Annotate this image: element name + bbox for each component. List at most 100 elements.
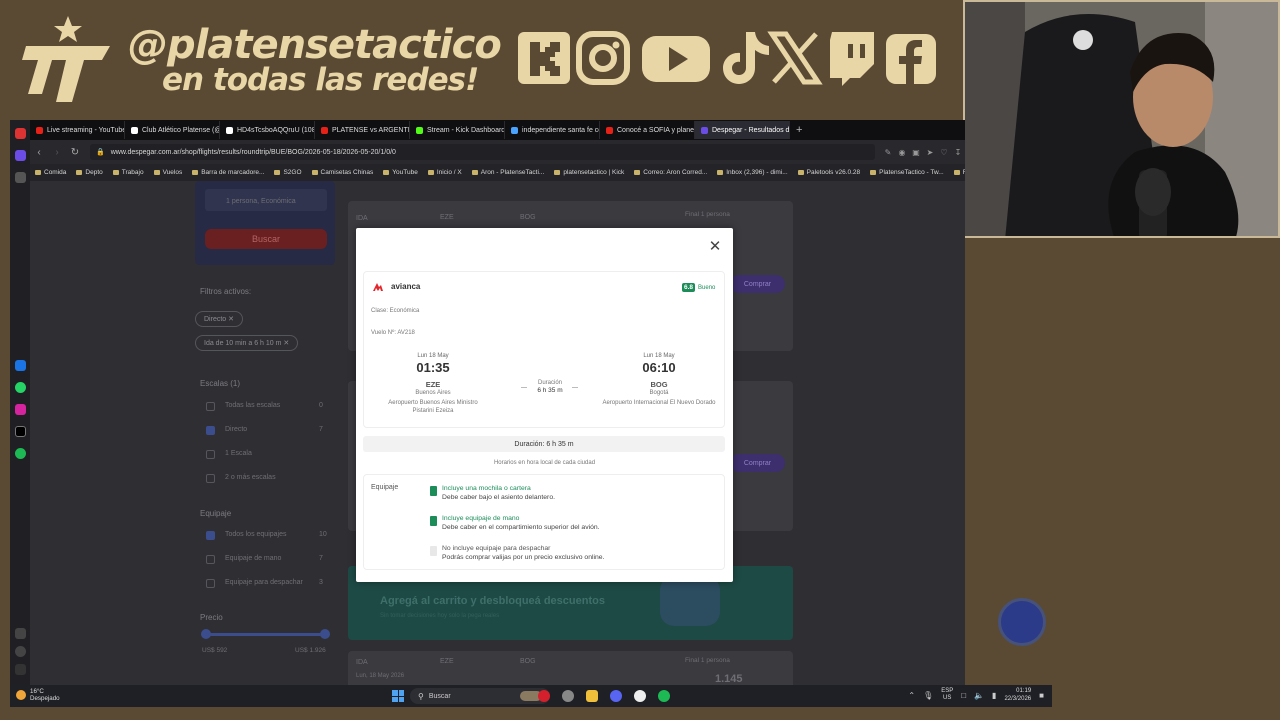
forward-icon[interactable]: › xyxy=(48,147,66,158)
opera-icon[interactable] xyxy=(15,128,26,139)
folder-icon xyxy=(634,170,641,175)
network-icon[interactable]: □ xyxy=(961,691,966,700)
battery-icon[interactable]: ▮ xyxy=(992,691,996,700)
spotify-icon[interactable] xyxy=(15,448,26,459)
filter-checkbox[interactable] xyxy=(206,555,215,564)
bookmark-item[interactable]: PlatenseTactico - Tw... xyxy=(865,169,949,176)
price-slider[interactable] xyxy=(205,633,325,636)
windows-start-icon[interactable] xyxy=(392,690,404,702)
app-taskbar-icon[interactable] xyxy=(562,690,574,702)
star-icon[interactable] xyxy=(15,172,26,183)
browser-tab[interactable]: Despegar - Resultados de xyxy=(695,121,790,139)
send-icon[interactable]: ➤ xyxy=(923,148,937,157)
download-icon[interactable]: ↧ xyxy=(951,148,965,157)
filter-checkbox[interactable] xyxy=(206,450,215,459)
chevron-up-icon[interactable]: ⌃ xyxy=(908,691,915,700)
filter-checkbox[interactable] xyxy=(206,531,215,540)
browser-tab[interactable]: Conocé a SOFIA y planeá xyxy=(600,121,695,139)
chip-direct[interactable]: Directo ✕ xyxy=(195,311,243,327)
back-icon[interactable]: ‹ xyxy=(30,147,48,158)
bookmark-item[interactable]: Inbox (2,396) - dimi... xyxy=(712,169,792,176)
sun-icon xyxy=(16,690,26,700)
url-field[interactable]: 🔒 www.despegar.com.ar/shop/flights/result… xyxy=(90,144,875,160)
result-1-eze: EZE xyxy=(440,214,454,221)
close-icon[interactable]: ✕ xyxy=(708,239,722,254)
discord-taskbar-icon[interactable] xyxy=(610,690,622,702)
extension-icon[interactable]: ▣ xyxy=(909,148,923,157)
search-button[interactable]: Buscar xyxy=(205,229,327,249)
more-icon[interactable] xyxy=(15,664,26,675)
heart-icon[interactable] xyxy=(15,628,26,639)
bookmark-item[interactable]: Inicio / X xyxy=(423,169,467,176)
browser-tab[interactable]: Live streaming - YouTube xyxy=(30,121,125,139)
kick-icon xyxy=(518,32,570,84)
bookmark-item[interactable]: Aron - PlatenseTacti... xyxy=(467,169,550,176)
share-icon[interactable]: ✎ xyxy=(881,148,895,157)
browser-tab[interactable]: independiente santa fe co xyxy=(505,121,600,139)
history-icon[interactable] xyxy=(15,646,26,657)
result-2-buy-button[interactable]: Comprar xyxy=(730,454,785,472)
browser-tab[interactable]: PLATENSE vs ARGENTINO xyxy=(315,121,410,139)
bookmark-item[interactable]: Trabajo xyxy=(108,169,149,176)
weather-widget[interactable]: 16°C Despejado xyxy=(16,688,60,702)
twitch-icon xyxy=(830,32,874,86)
bookmark-item[interactable]: Correo: Aron Corred... xyxy=(629,169,712,176)
arrival-city: Bogotá xyxy=(649,390,669,396)
browser-tab[interactable]: Stream - Kick Dashboard xyxy=(410,121,505,139)
new-tab-button[interactable]: + xyxy=(790,124,808,136)
spotify-taskbar-icon[interactable] xyxy=(658,690,670,702)
bookmark-item[interactable]: Barra de marcadore... xyxy=(187,169,269,176)
clock[interactable]: 01:19 22/3/2026 xyxy=(1004,687,1031,703)
browser-tab[interactable]: HD4sTcsboAQQruU (1080 xyxy=(220,121,315,139)
camera-icon[interactable]: ◉ xyxy=(895,148,909,157)
folder-icon xyxy=(717,170,724,175)
messenger-icon[interactable] xyxy=(15,360,26,371)
bookmark-item[interactable]: platensetactico | Kick xyxy=(549,169,629,176)
bookmark-item[interactable]: Comida xyxy=(30,169,71,176)
floating-assistant-button[interactable] xyxy=(998,598,1046,646)
volume-icon[interactable]: 🔈 xyxy=(974,691,984,700)
home-icon[interactable] xyxy=(15,150,26,161)
bookmark-item[interactable]: FC xyxy=(949,169,965,176)
x-sidebar-icon[interactable] xyxy=(15,426,26,437)
baggage-item: No incluye equipaje para despachar Podrás… xyxy=(430,544,604,562)
bookmark-item[interactable]: S2GO xyxy=(269,169,306,176)
filter-count: 0 xyxy=(319,402,323,409)
filter-label: Todas las escalas xyxy=(225,402,281,409)
language-indicator[interactable]: ESP US xyxy=(941,688,953,702)
folder-taskbar-icon[interactable] xyxy=(586,690,598,702)
notification-icon[interactable]: ■ xyxy=(1039,691,1044,700)
filter-checkbox[interactable] xyxy=(206,402,215,411)
bookmark-item[interactable]: Depto xyxy=(71,169,107,176)
reload-icon[interactable]: ↻ xyxy=(66,147,84,158)
price-slider-max-handle[interactable] xyxy=(320,629,330,639)
microphone-icon[interactable]: 🎙 xyxy=(923,691,933,700)
filter-checkbox[interactable] xyxy=(206,474,215,483)
chip-duration[interactable]: Ida de 10 min a 6 h 10 m ✕ xyxy=(195,335,299,351)
filter-count: 7 xyxy=(319,555,323,562)
opera-taskbar-icon[interactable] xyxy=(538,690,550,702)
price-slider-min-handle[interactable] xyxy=(201,629,211,639)
bookmark-item[interactable]: Vuelos xyxy=(149,169,188,176)
baggage-item: Incluye una mochila o cartera Debe caber … xyxy=(430,484,555,502)
baggage-item-desc: Debe caber en el compartimiento superior… xyxy=(442,524,600,531)
bookmark-item[interactable]: YouTube xyxy=(378,169,423,176)
result-1-buy-button[interactable]: Comprar xyxy=(730,275,785,293)
filter-label: 2 o más escalas xyxy=(225,474,276,481)
browser-tab[interactable]: Club Atlético Platense (@ xyxy=(125,121,220,139)
favorite-icon[interactable]: ♡ xyxy=(937,148,951,157)
folder-icon xyxy=(953,170,960,175)
result-3-bog: BOG xyxy=(520,658,536,665)
bookmark-item[interactable]: Paletools v26.0.28 xyxy=(793,169,865,176)
tab-favicon-icon xyxy=(416,126,423,134)
bookmark-item[interactable]: Camisetas Chinas xyxy=(307,169,379,176)
clock-app-taskbar-icon[interactable] xyxy=(634,690,646,702)
filter-checkbox[interactable] xyxy=(206,579,215,588)
flight-detail-modal: ✕ avianca 6.8 Bueno Clase: Económica Vue… xyxy=(356,228,733,582)
system-tray: ⌃ 🎙 ESP US □ 🔈 ▮ 01:19 22/3/2026 ■ xyxy=(908,687,1044,703)
baggage-item-title: Incluye una mochila o cartera xyxy=(442,485,531,492)
taskbar-search[interactable]: ⚲ Buscar xyxy=(410,688,550,704)
filter-checkbox[interactable] xyxy=(206,426,215,435)
instagram-sidebar-icon[interactable] xyxy=(15,404,26,415)
whatsapp-icon[interactable] xyxy=(15,382,26,393)
